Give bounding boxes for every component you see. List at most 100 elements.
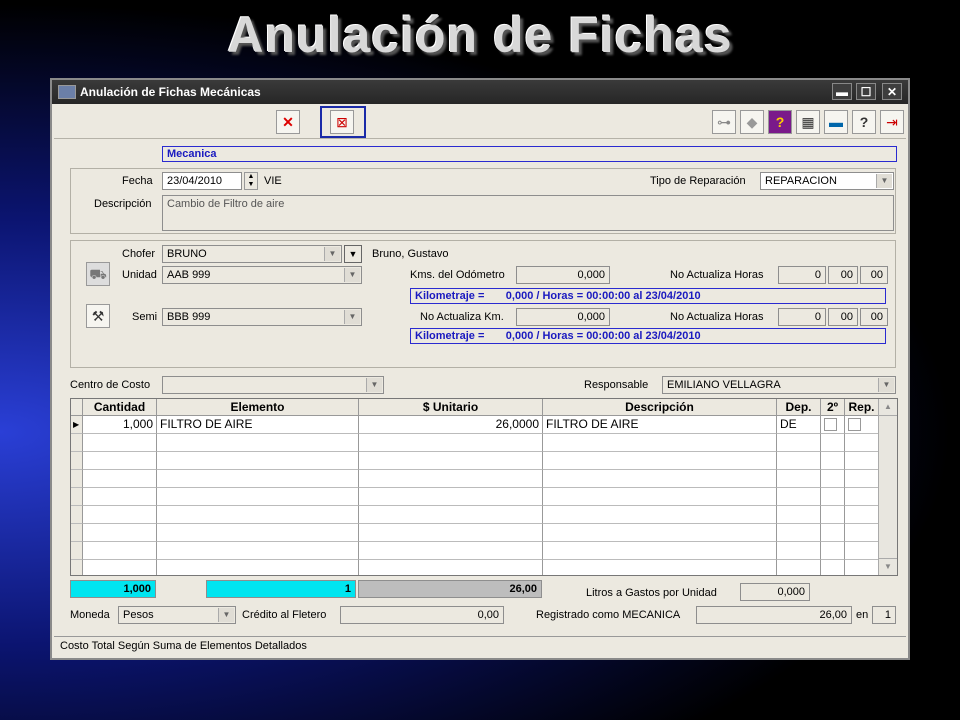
horas-1-s[interactable]: 00 [860,266,888,284]
cancel-record-icon[interactable]: ⊠ [330,110,354,134]
col-descripcion[interactable]: Descripción [543,399,777,416]
col-elemento[interactable]: Elemento [157,399,359,416]
empty-grid-cell[interactable] [83,434,157,452]
cell-unitario[interactable]: 26,0000 [359,416,543,434]
empty-grid-cell[interactable] [71,470,83,488]
empty-grid-cell[interactable] [821,434,845,452]
empty-grid-cell[interactable] [777,542,821,560]
empty-grid-cell[interactable] [821,542,845,560]
question-icon[interactable]: ? [852,110,876,134]
chevron-down-icon[interactable]: ▼ [876,174,892,188]
truck-icon[interactable]: ⛟ [86,262,110,286]
empty-grid-cell[interactable] [845,452,879,470]
empty-grid-cell[interactable] [777,560,821,575]
chevron-down-icon[interactable]: ▼ [218,608,234,622]
cell-elemento[interactable]: FILTRO DE AIRE [157,416,359,434]
col-unitario[interactable]: $ Unitario [359,399,543,416]
window-titlebar[interactable]: Anulación de Fichas Mecánicas ▬ ☐ ✕ [52,80,908,104]
empty-grid-cell[interactable] [71,542,83,560]
chevron-down-icon[interactable]: ▼ [366,378,382,392]
minimize-button[interactable]: ▬ [832,83,852,100]
responsable-select[interactable]: EMILIANO VELLAGRA ▼ [662,376,896,394]
cell-2-checkbox[interactable] [821,416,845,434]
empty-grid-cell[interactable] [157,560,359,575]
empty-grid-cell[interactable] [157,470,359,488]
maximize-button[interactable]: ☐ [856,83,876,100]
empty-grid-cell[interactable] [71,524,83,542]
kms-field[interactable]: 0,000 [516,266,610,284]
empty-grid-cell[interactable] [359,542,543,560]
empty-grid-cell[interactable] [543,470,777,488]
cell-descripcion[interactable]: FILTRO DE AIRE [543,416,777,434]
empty-grid-cell[interactable] [845,470,879,488]
empty-grid-cell[interactable] [777,506,821,524]
empty-grid-cell[interactable] [71,506,83,524]
empty-grid-cell[interactable] [83,506,157,524]
empty-grid-cell[interactable] [83,470,157,488]
exit-door-icon[interactable]: ⇥ [880,110,904,134]
empty-grid-cell[interactable] [777,488,821,506]
empty-grid-cell[interactable] [157,506,359,524]
display-icon[interactable]: ▬ [824,110,848,134]
empty-grid-cell[interactable] [845,524,879,542]
empty-grid-cell[interactable] [543,452,777,470]
chevron-down-icon[interactable]: ▼ [878,378,894,392]
empty-grid-cell[interactable] [543,524,777,542]
empty-grid-cell[interactable] [83,488,157,506]
horas-2-h[interactable]: 0 [778,308,826,326]
empty-grid-cell[interactable] [71,560,83,575]
empty-grid-cell[interactable] [157,452,359,470]
chofer-select[interactable]: BRUNO ▼ [162,245,342,263]
tools-icon[interactable]: ⚒ [86,304,110,328]
horas-2-m[interactable]: 00 [828,308,858,326]
unidad-select[interactable]: AAB 999 ▼ [162,266,362,284]
empty-grid-cell[interactable] [543,434,777,452]
horas-2-s[interactable]: 00 [860,308,888,326]
empty-grid-cell[interactable] [777,434,821,452]
scroll-up-icon[interactable]: ▲ [879,399,897,416]
empty-grid-cell[interactable] [359,488,543,506]
help-purple-icon[interactable]: ? [768,110,792,134]
en-field[interactable]: 1 [872,606,896,624]
empty-grid-cell[interactable] [845,488,879,506]
empty-grid-cell[interactable] [83,542,157,560]
empty-grid-cell[interactable] [359,524,543,542]
empty-grid-cell[interactable] [821,524,845,542]
empty-grid-cell[interactable] [83,524,157,542]
chofer-dropdown-button[interactable]: ▼ [344,245,362,263]
fecha-field[interactable]: 23/04/2010 [162,172,242,190]
empty-grid-cell[interactable] [821,506,845,524]
moneda-select[interactable]: Pesos ▼ [118,606,236,624]
binoculars-icon[interactable]: ⊶ [712,110,736,134]
empty-grid-cell[interactable] [71,488,83,506]
empty-grid-cell[interactable] [543,488,777,506]
empty-grid-cell[interactable] [845,560,879,575]
credito-field[interactable]: 0,00 [340,606,504,624]
tag-icon[interactable]: ◆ [740,110,764,134]
km-field-2[interactable]: 0,000 [516,308,610,326]
empty-grid-cell[interactable] [543,542,777,560]
col-2[interactable]: 2º [821,399,845,416]
empty-grid-cell[interactable] [543,506,777,524]
empty-grid-cell[interactable] [157,542,359,560]
empty-grid-cell[interactable] [157,488,359,506]
empty-grid-cell[interactable] [845,542,879,560]
semi-select[interactable]: BBB 999 ▼ [162,308,362,326]
empty-grid-cell[interactable] [71,452,83,470]
checkbox[interactable] [848,418,861,432]
empty-grid-cell[interactable] [359,452,543,470]
empty-grid-cell[interactable] [821,560,845,575]
empty-grid-cell[interactable] [359,560,543,575]
empty-grid-cell[interactable] [157,524,359,542]
empty-grid-cell[interactable] [821,452,845,470]
date-spinner[interactable]: ▲ ▼ [244,172,258,190]
scroll-down-icon[interactable]: ▼ [879,558,897,575]
col-cantidad[interactable]: Cantidad [83,399,157,416]
empty-grid-cell[interactable] [821,488,845,506]
empty-grid-cell[interactable] [845,434,879,452]
cell-dep[interactable]: DE [777,416,821,434]
tipo-select[interactable]: REPARACION ▼ [760,172,894,190]
checkbox[interactable] [824,418,837,432]
descripcion-field[interactable]: Cambio de Filtro de aire [162,195,894,231]
horas-1-m[interactable]: 00 [828,266,858,284]
